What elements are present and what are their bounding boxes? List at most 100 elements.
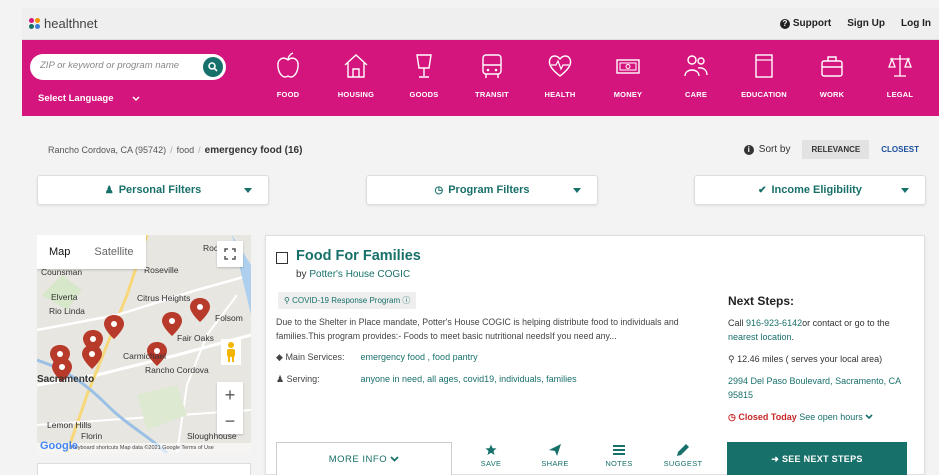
closed-status: Closed Today xyxy=(738,412,797,422)
provider-line: by Potter's House COGIC xyxy=(296,269,410,280)
tag-icon: ◆ xyxy=(276,352,283,362)
program-filters-label: Program Filters xyxy=(448,184,530,196)
person-icon: ♟ xyxy=(276,374,285,384)
provider-link[interactable]: Potter's House COGIC xyxy=(309,269,410,280)
suggest-button[interactable]: SUGGEST xyxy=(660,444,706,468)
distance-text: ⚲ 12.46 miles ( serves your local area) xyxy=(728,352,918,366)
check-circle-icon: ✔ xyxy=(758,184,767,196)
search-icon xyxy=(208,62,218,72)
clock-icon: ◷ xyxy=(434,184,444,196)
by-label: by xyxy=(296,269,307,280)
phone-link[interactable]: 916-923-6142 xyxy=(746,318,802,328)
apple-icon xyxy=(277,52,299,78)
income-eligibility-dropdown[interactable]: ✔ Income Eligibility xyxy=(694,175,926,205)
search-input[interactable] xyxy=(40,60,200,71)
category-care[interactable]: CARE xyxy=(666,52,726,99)
search-button[interactable] xyxy=(203,57,223,77)
save-button[interactable]: SAVE xyxy=(468,444,514,468)
program-description: Due to the Shelter in Place mandate, Pot… xyxy=(276,317,679,341)
category-legal[interactable]: LEGAL xyxy=(870,52,930,99)
pin-icon: ⚲ xyxy=(284,296,290,305)
covid-badge-label: COVID-19 Response Program xyxy=(292,296,401,305)
serving-row: ♟ Serving: anyone in need, all ages, cov… xyxy=(276,374,577,385)
list-icon xyxy=(613,445,625,455)
map-label: Carmichael xyxy=(123,351,166,361)
lamp-icon xyxy=(416,54,432,78)
sort-closest-button[interactable]: CLOSEST xyxy=(869,140,919,159)
share-label: SHARE xyxy=(541,459,569,468)
street-view-pegman[interactable] xyxy=(221,339,241,365)
caret-down-icon xyxy=(901,188,909,193)
address-link[interactable]: 2994 Del Paso Boulevard, Sacramento, CA … xyxy=(728,376,901,400)
action-bar: MORE INFO SAVE SHARE NOTES SUGGEST ➜ SEE… xyxy=(276,442,916,475)
category-goods[interactable]: GOODS xyxy=(394,52,454,99)
see-next-steps-button[interactable]: ➜ SEE NEXT STEPS xyxy=(727,442,907,475)
category-housing[interactable]: HOUSING xyxy=(326,52,386,99)
category-label: GOODS xyxy=(409,90,439,99)
serving-links[interactable]: anyone in need, all ages, covid19, indiv… xyxy=(361,374,577,384)
main-services-links[interactable]: emergency food , food pantry xyxy=(361,352,478,362)
map-label: Rio Linda xyxy=(49,306,85,316)
category-label: FOOD xyxy=(276,90,300,99)
login-link[interactable]: Log In xyxy=(901,18,931,29)
next-steps-heading: Next Steps: xyxy=(728,294,795,308)
arrow-right-icon: ➜ xyxy=(771,454,780,464)
fullscreen-button[interactable] xyxy=(217,241,243,267)
satellite-tab[interactable]: Satellite xyxy=(82,235,145,269)
map-tab[interactable]: Map xyxy=(37,235,82,269)
category-transit[interactable]: TRANSIT xyxy=(462,52,522,99)
heart-pulse-icon xyxy=(548,55,572,77)
result-card: Food For Families by Potter's House COGI… xyxy=(265,235,925,475)
map-type-tabs: Map Satellite xyxy=(37,235,146,269)
map-label: Fair Oaks xyxy=(177,333,214,343)
more-info-button[interactable]: MORE INFO xyxy=(276,442,452,475)
program-filters-dropdown[interactable]: ◷ Program Filters xyxy=(366,175,598,205)
category-food[interactable]: FOOD xyxy=(258,52,318,99)
category-education[interactable]: EDUCATION xyxy=(734,52,794,99)
language-label: Select Language xyxy=(38,93,114,104)
distance-label: 12.46 miles ( serves your local area) xyxy=(737,354,883,364)
category-money[interactable]: MONEY xyxy=(598,52,658,99)
breadcrumb-category[interactable]: food xyxy=(177,145,195,155)
open-hours-link[interactable]: See open hours xyxy=(799,412,863,422)
covid-badge[interactable]: ⚲ COVID-19 Response Program ⓘ xyxy=(278,292,417,309)
zoom-out-button[interactable]: − xyxy=(217,408,243,434)
breadcrumb-current: emergency food (16) xyxy=(204,145,303,156)
zoom-in-button[interactable]: + xyxy=(217,382,243,408)
logo-mark-icon xyxy=(29,17,41,30)
breadcrumb-location[interactable]: Rancho Cordova, CA (95742) xyxy=(48,145,166,155)
location-pin-icon: ⚲ xyxy=(728,354,735,364)
chevron-down-icon xyxy=(390,456,399,462)
notes-button[interactable]: NOTES xyxy=(596,444,642,468)
signup-link[interactable]: Sign Up xyxy=(847,18,885,29)
category-health[interactable]: HEALTH xyxy=(530,52,590,99)
program-title[interactable]: Food For Families xyxy=(296,248,421,264)
suggest-label: SUGGEST xyxy=(663,459,703,468)
map-label: Roseville xyxy=(144,265,179,275)
sort-controls: i Sort by RELEVANCE CLOSEST xyxy=(743,140,919,159)
caret-down-icon xyxy=(244,188,252,193)
category-label: EDUCATION xyxy=(741,90,787,99)
category-label: LEGAL xyxy=(886,90,914,99)
nearest-location-link[interactable]: nearest location xyxy=(728,332,792,342)
select-checkbox[interactable] xyxy=(276,252,288,264)
category-work[interactable]: WORK xyxy=(802,52,862,99)
share-button[interactable]: SHARE xyxy=(532,444,578,468)
results-map[interactable]: Rocklin Counsman Roseville Elverta Citru… xyxy=(37,235,251,453)
main-services-label: Main Services: xyxy=(285,352,345,362)
support-link[interactable]: ? Support xyxy=(779,18,831,29)
map-label: Florin xyxy=(81,431,103,441)
star-icon xyxy=(485,444,497,455)
map-label: Folsom xyxy=(215,313,243,323)
chevron-down-icon xyxy=(131,95,140,101)
language-select[interactable]: Select Language xyxy=(38,93,140,104)
call-label: Call xyxy=(728,318,744,328)
logo-text: healthnet xyxy=(44,16,98,31)
next-steps-panel: Next Steps: Call 916-923-6142or contact … xyxy=(728,294,918,424)
bus-icon xyxy=(482,54,502,78)
healthnet-logo[interactable]: healthnet xyxy=(29,16,98,31)
book-icon xyxy=(755,54,773,78)
sort-relevance-button[interactable]: RELEVANCE xyxy=(802,140,870,159)
personal-filters-dropdown[interactable]: ♟ Personal Filters xyxy=(37,175,269,205)
send-icon xyxy=(549,444,561,456)
